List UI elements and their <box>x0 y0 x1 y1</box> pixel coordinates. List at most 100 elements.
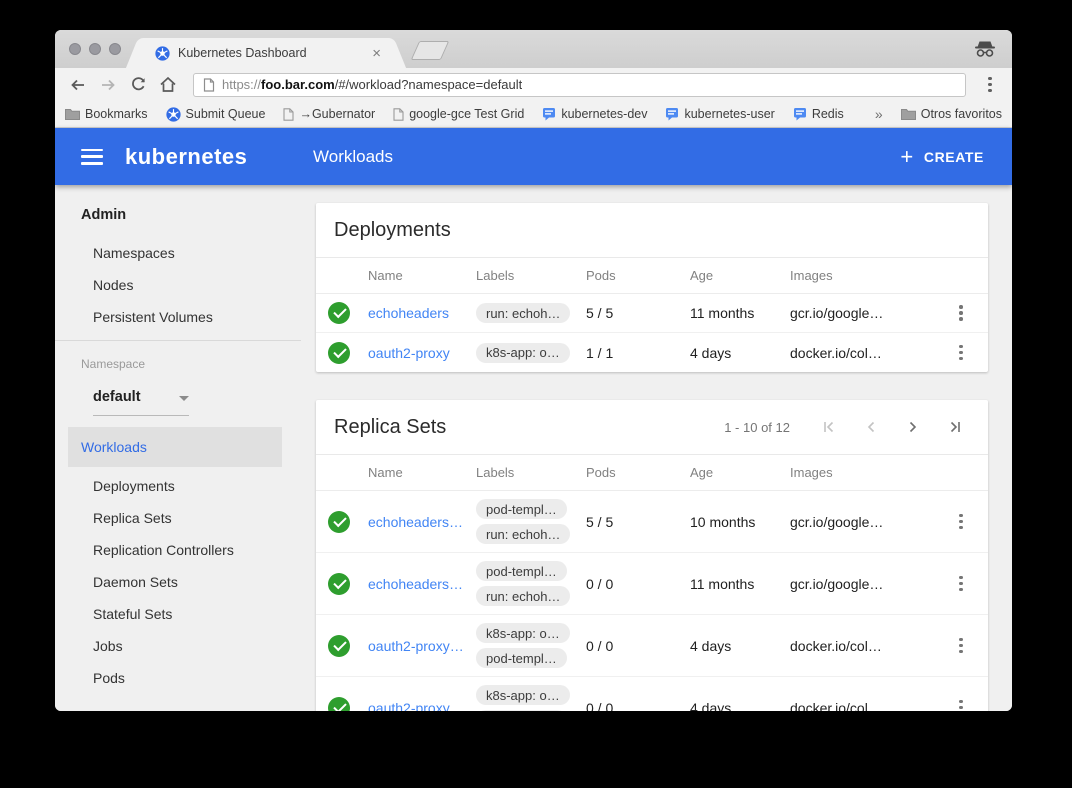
tab-close-icon[interactable]: × <box>372 46 381 61</box>
column-header-pods: Pods <box>580 268 684 283</box>
bookmark-label: Redis <box>812 107 844 121</box>
bookmark-label: google-gce Test Grid <box>409 107 524 121</box>
url-path: /#/workload?namespace=default <box>335 77 523 92</box>
home-button[interactable] <box>155 72 181 98</box>
first-page-button[interactable] <box>812 412 846 442</box>
replica-sets-card: Replica Sets 1 - 10 of 12 <box>316 400 988 711</box>
browser-menu-button[interactable] <box>978 73 1002 97</box>
label-chip: run: echoh… <box>476 303 570 323</box>
sidebar-item-workloads[interactable]: Workloads <box>68 427 282 467</box>
row-actions-kebab-button[interactable] <box>949 341 973 365</box>
kubernetes-favicon <box>155 46 170 61</box>
label-chip: pod-templ… <box>476 648 567 668</box>
resource-name-link[interactable]: oauth2-proxy… <box>368 700 470 712</box>
sidebar-item-stateful-sets[interactable]: Stateful Sets <box>93 606 172 622</box>
sidebar-item-admin[interactable]: Admin <box>81 207 126 223</box>
close-window-button[interactable] <box>69 43 81 55</box>
pods-cell: 5 / 5 <box>580 305 684 321</box>
namespace-label: Namespace <box>81 357 145 371</box>
bookmark-item[interactable]: Bookmarks <box>65 107 148 121</box>
sidebar-item-nodes[interactable]: Nodes <box>93 277 133 293</box>
last-page-button[interactable] <box>938 412 972 442</box>
status-ok-icon <box>328 511 350 533</box>
sidebar-item-jobs[interactable]: Jobs <box>93 638 123 654</box>
sidebar-item-replica-sets[interactable]: Replica Sets <box>93 510 172 526</box>
column-header-age: Age <box>684 465 784 480</box>
url-text[interactable]: https://foo.bar.com/#/workload?namespace… <box>222 77 522 92</box>
page-icon <box>283 108 294 121</box>
sidebar-item-namespaces[interactable]: Namespaces <box>93 245 175 261</box>
label-chip: pod-templ… <box>476 710 567 711</box>
age-cell: 11 months <box>684 576 784 592</box>
window-controls[interactable] <box>69 43 121 55</box>
deployments-table-body: echoheaders run: echoh… 5 / 511 monthsgcr.… <box>316 294 988 372</box>
hamburger-menu-icon[interactable] <box>81 149 103 165</box>
images-cell: gcr.io/google… <box>784 305 934 321</box>
column-header-labels: Labels <box>470 465 580 480</box>
sidebar-item-persistent-volumes[interactable]: Persistent Volumes <box>93 309 213 325</box>
label-chip: run: echoh… <box>476 524 570 544</box>
plus-icon: + <box>900 146 913 168</box>
column-header-age: Age <box>684 268 784 283</box>
resource-name-link[interactable]: echoheaders… <box>368 514 470 530</box>
overflow-chevron-icon[interactable]: » <box>875 106 883 122</box>
label-chip: k8s-app: o… <box>476 343 570 363</box>
namespace-select[interactable]: default <box>93 389 189 416</box>
bookmark-item[interactable]: google-gce Test Grid <box>393 107 524 121</box>
table-row: echoheaders…pod-templ…run: echoh…5 / 510… <box>316 491 988 553</box>
browser-window: Kubernetes Dashboard × http <box>55 30 1012 711</box>
content-area: Admin NamespacesNodesPersistent Volumes … <box>55 185 1012 711</box>
resource-name-link[interactable]: echoheaders… <box>368 576 470 592</box>
replica-sets-card-title: Replica Sets <box>334 416 446 439</box>
age-cell: 4 days <box>684 700 784 712</box>
bookmark-item[interactable]: Submit Queue <box>166 107 266 122</box>
resource-name-link[interactable]: oauth2-proxy… <box>368 638 470 654</box>
previous-page-button[interactable] <box>854 412 888 442</box>
folder-icon <box>65 108 80 120</box>
bookmark-label: kubernetes-dev <box>561 107 647 121</box>
refresh-button[interactable] <box>125 72 151 98</box>
bookmark-label: Otros favoritos <box>921 107 1002 121</box>
row-actions-kebab-button[interactable] <box>949 510 973 534</box>
incognito-icon <box>972 40 998 58</box>
table-row: echoheaders run: echoh… 5 / 511 monthsgcr.… <box>316 294 988 333</box>
bookmarks-overflow-button[interactable]: » <box>862 106 883 122</box>
bookmark-item[interactable]: Otros favoritos <box>901 107 1002 121</box>
new-tab-button[interactable] <box>411 41 449 60</box>
sidebar-item-daemon-sets[interactable]: Daemon Sets <box>93 574 178 590</box>
age-cell: 4 days <box>684 638 784 654</box>
resource-name-link[interactable]: oauth2-proxy <box>368 345 470 361</box>
create-button[interactable]: + CREATE <box>900 146 984 168</box>
age-cell: 11 months <box>684 305 784 321</box>
sidebar-item-deployments[interactable]: Deployments <box>93 478 175 494</box>
back-button[interactable] <box>65 72 91 98</box>
sidebar-item-replication-controllers[interactable]: Replication Controllers <box>93 542 234 558</box>
pods-cell: 5 / 5 <box>580 514 684 530</box>
forward-button[interactable] <box>95 72 121 98</box>
bookmarks-bar: Bookmarks Submit Queue →Gubernator google-g… <box>55 101 1012 128</box>
row-actions-kebab-button[interactable] <box>949 572 973 596</box>
browser-tab[interactable]: Kubernetes Dashboard × <box>141 38 391 68</box>
bookmark-item[interactable]: kubernetes-dev <box>542 107 647 121</box>
bookmark-item[interactable]: kubernetes-user <box>665 107 774 121</box>
next-page-button[interactable] <box>896 412 930 442</box>
row-actions-kebab-button[interactable] <box>949 696 973 712</box>
zoom-window-button[interactable] <box>109 43 121 55</box>
row-actions-kebab-button[interactable] <box>949 301 973 325</box>
bookmark-item[interactable]: Redis <box>793 107 844 121</box>
url-bar[interactable]: https://foo.bar.com/#/workload?namespace… <box>193 73 966 97</box>
bookmark-label: Bookmarks <box>85 107 148 121</box>
column-header-name: Name <box>362 268 470 283</box>
minimize-window-button[interactable] <box>89 43 101 55</box>
label-chip: pod-templ… <box>476 561 567 581</box>
bookmark-item[interactable]: →Gubernator <box>283 107 375 121</box>
label-chip: k8s-app: o… <box>476 623 570 643</box>
row-actions-kebab-button[interactable] <box>949 634 973 658</box>
resource-name-link[interactable]: echoheaders <box>368 305 470 321</box>
images-cell: docker.io/col… <box>784 345 934 361</box>
age-cell: 10 months <box>684 514 784 530</box>
namespace-value: default <box>93 389 141 405</box>
sidebar-item-pods[interactable]: Pods <box>93 670 125 686</box>
bookmark-label: →Gubernator <box>299 107 375 121</box>
create-button-label: CREATE <box>924 149 984 165</box>
